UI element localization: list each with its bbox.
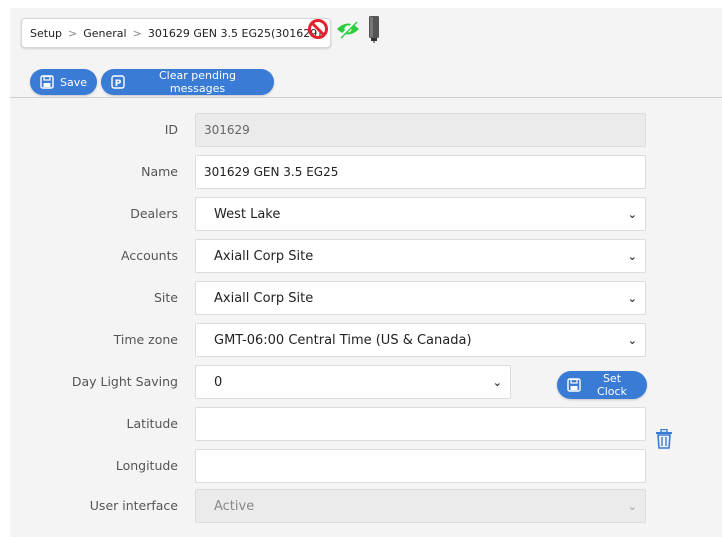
breadcrumb-separator: > bbox=[132, 26, 142, 40]
breadcrumb-item-device: 301629 GEN 3.5 EG25(301629) bbox=[147, 26, 322, 40]
dealers-value: West Lake bbox=[214, 206, 281, 222]
no-entry-icon bbox=[307, 18, 329, 44]
chevron-down-icon: ⌄ bbox=[627, 499, 637, 513]
toolbar-divider bbox=[10, 97, 722, 98]
site-select[interactable]: Axiall Corp Site ⌄ bbox=[195, 281, 646, 315]
site-label: Site bbox=[154, 290, 178, 305]
save-label: Save bbox=[60, 75, 88, 89]
clear-pending-messages-button[interactable]: P Clear pending messages bbox=[101, 69, 274, 95]
longitude-input[interactable] bbox=[195, 449, 646, 483]
user-interface-label: User interface bbox=[89, 498, 178, 513]
set-clock-button[interactable]: Set Clock bbox=[557, 371, 647, 399]
chevron-down-icon: ⌄ bbox=[627, 249, 637, 263]
accounts-label: Accounts bbox=[121, 248, 178, 263]
svg-text:P: P bbox=[115, 79, 122, 89]
timezone-label: Time zone bbox=[113, 332, 178, 347]
clear-pending-messages-label: Clear pending messages bbox=[159, 69, 236, 95]
breadcrumb-item-general[interactable]: General bbox=[83, 27, 126, 40]
set-clock-label: Set Clock bbox=[597, 372, 627, 398]
save-button[interactable]: Save bbox=[30, 69, 97, 95]
trash-icon[interactable] bbox=[655, 428, 673, 453]
latitude-label: Latitude bbox=[126, 416, 178, 431]
floppy-disk-icon bbox=[567, 378, 581, 392]
longitude-label: Longitude bbox=[115, 458, 178, 473]
chevron-down-icon: ⌄ bbox=[627, 333, 637, 347]
site-value: Axiall Corp Site bbox=[214, 290, 314, 306]
breadcrumb-separator: > bbox=[68, 26, 78, 40]
user-interface-value: Active bbox=[214, 498, 255, 514]
id-field: 301629 bbox=[195, 113, 646, 147]
dealers-label: Dealers bbox=[130, 206, 178, 221]
timezone-select[interactable]: GMT-06:00 Central Time (US & Canada) ⌄ bbox=[195, 323, 646, 357]
eye-slash-icon bbox=[335, 19, 361, 43]
breadcrumb-item-setup[interactable]: Setup bbox=[30, 27, 62, 40]
status-icons bbox=[307, 14, 381, 48]
accounts-value: Axiall Corp Site bbox=[214, 248, 314, 264]
timezone-value: GMT-06:00 Central Time (US & Canada) bbox=[214, 332, 472, 348]
name-input[interactable]: 301629 GEN 3.5 EG25 bbox=[195, 155, 646, 189]
user-interface-select: Active ⌄ bbox=[195, 489, 646, 523]
parking-badge-icon: P bbox=[111, 75, 125, 89]
latitude-input[interactable] bbox=[195, 407, 646, 441]
id-label: ID bbox=[164, 122, 178, 137]
name-label: Name bbox=[141, 164, 178, 179]
chevron-down-icon: ⌄ bbox=[492, 375, 502, 389]
floppy-disk-icon bbox=[40, 75, 54, 89]
daylight-saving-label: Day Light Saving bbox=[71, 374, 178, 389]
daylight-saving-select[interactable]: 0 ⌄ bbox=[195, 365, 511, 399]
accounts-select[interactable]: Axiall Corp Site ⌄ bbox=[195, 239, 646, 273]
dealers-select[interactable]: West Lake ⌄ bbox=[195, 197, 646, 231]
device-icon bbox=[367, 14, 381, 48]
chevron-down-icon: ⌄ bbox=[627, 207, 637, 221]
chevron-down-icon: ⌄ bbox=[627, 291, 637, 305]
daylight-saving-value: 0 bbox=[214, 374, 223, 390]
breadcrumb: Setup > General > 301629 GEN 3.5 EG25(30… bbox=[21, 18, 331, 48]
